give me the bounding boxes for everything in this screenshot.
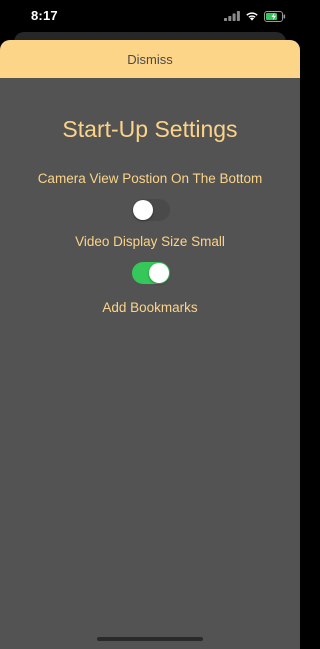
status-icons <box>224 9 286 23</box>
camera-position-label: Camera View Postion On The Bottom <box>37 171 263 186</box>
status-bar: 8:17 <box>0 0 300 34</box>
dismiss-button[interactable]: Dismiss <box>0 40 300 78</box>
home-indicator[interactable] <box>97 637 203 641</box>
add-bookmarks-button[interactable]: Add Bookmarks <box>0 300 300 315</box>
toggle-knob <box>149 263 169 283</box>
camera-position-toggle[interactable] <box>132 199 170 221</box>
video-size-toggle[interactable] <box>132 262 170 284</box>
wifi-icon <box>246 12 258 21</box>
dismiss-label: Dismiss <box>127 51 173 67</box>
video-size-label: Video Display Size Small <box>75 234 225 249</box>
settings-sheet: Dismiss Start-Up Settings Camera View Po… <box>0 40 300 649</box>
page-title: Start-Up Settings <box>62 116 238 142</box>
battery-charging-icon <box>264 10 286 22</box>
signal-icon <box>224 11 240 21</box>
status-time: 8:17 <box>31 8 58 23</box>
toggle-knob <box>133 200 153 220</box>
